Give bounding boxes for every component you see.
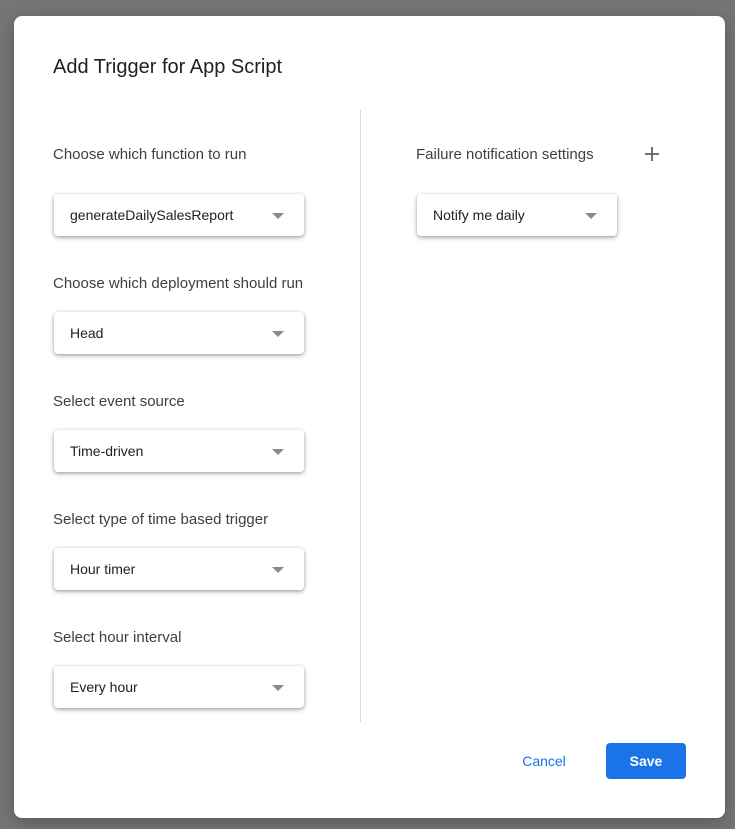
dropdown-caret-icon	[272, 213, 284, 219]
function-select[interactable]: generateDailySalesReport	[54, 194, 304, 236]
event-source-label: Select event source	[53, 393, 185, 410]
failure-notification-select-value: Notify me daily	[433, 207, 525, 223]
add-trigger-dialog: Add Trigger for App Script Choose which …	[14, 16, 725, 818]
plus-icon[interactable]	[642, 144, 662, 164]
function-select-value: generateDailySalesReport	[70, 207, 234, 223]
deployment-select[interactable]: Head	[54, 312, 304, 354]
dropdown-caret-icon	[272, 449, 284, 455]
deployment-label: Choose which deployment should run	[53, 275, 304, 292]
event-source-select-value: Time-driven	[70, 443, 144, 459]
hour-interval-select[interactable]: Every hour	[54, 666, 304, 708]
dropdown-caret-icon	[585, 213, 597, 219]
save-button[interactable]: Save	[606, 743, 686, 779]
trigger-type-label: Select type of time based trigger	[53, 511, 269, 528]
hour-interval-label: Select hour interval	[53, 629, 182, 646]
hour-interval-select-value: Every hour	[70, 679, 138, 695]
trigger-type-select-value: Hour timer	[70, 561, 136, 577]
cancel-button[interactable]: Cancel	[508, 743, 580, 779]
dropdown-caret-icon	[272, 331, 284, 337]
trigger-type-select[interactable]: Hour timer	[54, 548, 304, 590]
function-label: Choose which function to run	[53, 146, 247, 163]
event-source-select[interactable]: Time-driven	[54, 430, 304, 472]
failure-notification-label: Failure notification settings	[416, 146, 594, 163]
dropdown-caret-icon	[272, 685, 284, 691]
deployment-select-value: Head	[70, 325, 104, 341]
column-divider	[360, 110, 361, 722]
dialog-title: Add Trigger for App Script	[53, 56, 283, 78]
failure-notification-select[interactable]: Notify me daily	[417, 194, 617, 236]
dropdown-caret-icon	[272, 567, 284, 573]
